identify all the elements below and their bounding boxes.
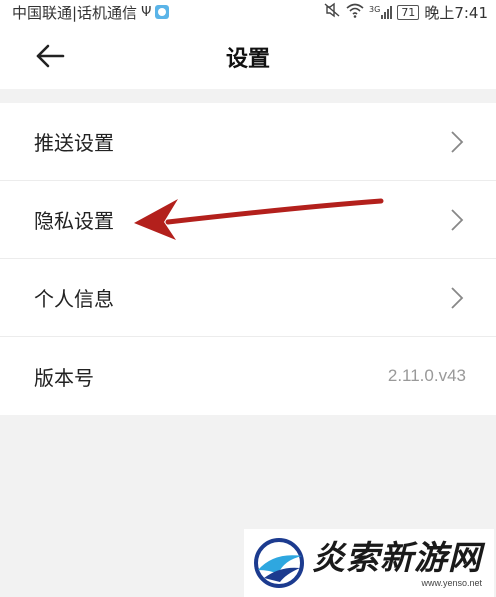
wifi-icon — [346, 3, 364, 22]
app-notification-icon — [155, 5, 170, 19]
status-right: 3G 71 晚上7:41 — [323, 2, 488, 23]
network-type-text: 3G — [369, 4, 381, 14]
settings-item-label: 个人信息 — [34, 287, 114, 311]
watermark-url: www.yenso.net — [421, 578, 482, 588]
status-bar: 中国联通|话机通信 Ψ 3G 71 晚上7:41 — [0, 0, 496, 24]
chevron-right-icon — [450, 130, 466, 154]
usb-icon: Ψ — [141, 4, 152, 20]
watermark: 炎索新游网 www.yenso.net — [244, 529, 494, 597]
status-left: 中国联通|话机通信 Ψ — [12, 2, 170, 23]
mute-icon — [323, 2, 341, 22]
settings-item-privacy[interactable]: 隐私设置 — [0, 181, 496, 259]
settings-item-label: 隐私设置 — [34, 209, 114, 233]
settings-list: 推送设置 隐私设置 个人信息 版本号 2.11.0.v43 — [0, 103, 496, 415]
settings-item-label: 推送设置 — [34, 131, 114, 155]
back-button[interactable] — [30, 38, 70, 74]
watermark-text: 炎索新游网 www.yenso.net — [312, 538, 482, 588]
arrow-left-icon — [36, 44, 65, 68]
carrier-text: 中国联通|话机通信 — [12, 3, 138, 22]
chevron-right-icon — [450, 286, 466, 310]
watermark-brand: 炎索新游网 — [312, 538, 482, 577]
clock-text: 晚上7:41 — [424, 3, 488, 22]
settings-item-version: 版本号 2.11.0.v43 — [0, 337, 496, 415]
settings-item-profile[interactable]: 个人信息 — [0, 259, 496, 337]
watermark-logo-icon — [254, 538, 304, 588]
page-title: 设置 — [225, 46, 270, 72]
chevron-right-icon — [450, 208, 466, 232]
settings-item-push[interactable]: 推送设置 — [0, 103, 496, 181]
version-value: 2.11.0.v43 — [387, 366, 466, 385]
battery-indicator: 71 — [397, 4, 420, 20]
header-bar: 设置 — [0, 24, 496, 89]
settings-item-label: 版本号 — [34, 365, 94, 390]
signal-icon: 3G — [369, 4, 393, 19]
